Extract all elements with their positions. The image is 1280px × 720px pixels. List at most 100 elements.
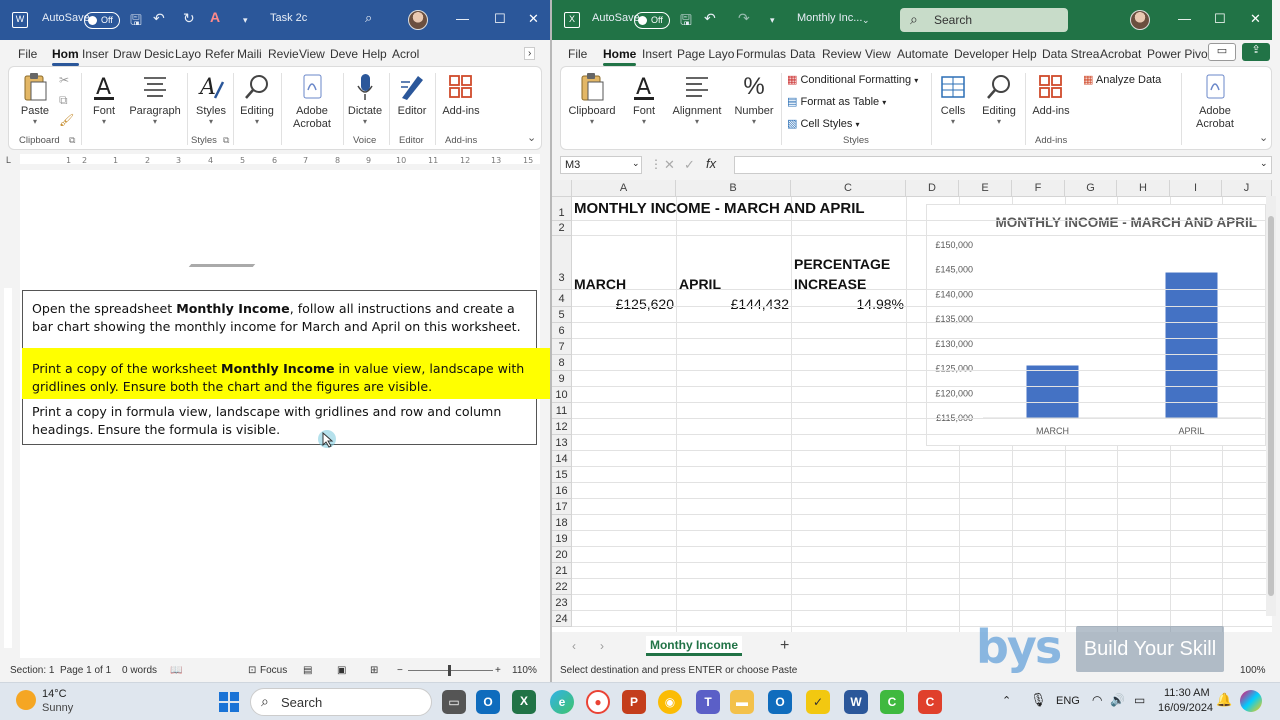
user-avatar[interactable]: [408, 10, 428, 30]
powerpoint-icon[interactable]: P: [622, 690, 646, 714]
doc-title[interactable]: Task 2c: [270, 12, 307, 24]
row-header[interactable]: 10: [552, 387, 572, 403]
tab-layout[interactable]: Layo: [175, 47, 201, 61]
row-header[interactable]: 21: [552, 563, 572, 579]
row-header[interactable]: 6: [552, 323, 572, 339]
microphone-tray-icon[interactable]: 🎙: [1030, 692, 1047, 708]
row-header[interactable]: 5: [552, 307, 572, 323]
excel-add-ins-button[interactable]: Add-ins: [1029, 71, 1073, 118]
add-sheet-icon[interactable]: +: [780, 637, 789, 655]
styles-launcher-icon[interactable]: ⧉: [223, 135, 229, 146]
save-icon[interactable]: 🖫: [130, 10, 142, 34]
close-icon[interactable]: ✕: [528, 11, 539, 27]
maximize-icon[interactable]: ☐: [494, 11, 506, 27]
row-header[interactable]: 13: [552, 435, 572, 451]
instruction-paragraph-3[interactable]: Print a copy in formula view, landscape …: [32, 403, 532, 438]
sheet-tab-monthly-income[interactable]: Monthy Income: [646, 636, 742, 656]
status-page[interactable]: Page 1 of 1: [60, 665, 111, 676]
excel-minimize-icon[interactable]: —: [1178, 11, 1191, 26]
excel-adobe-acrobat-button[interactable]: Adobe Acrobat: [1187, 71, 1243, 131]
excel-editing-button[interactable]: Editing ▾: [977, 71, 1021, 126]
status-words[interactable]: 0 words: [122, 665, 157, 676]
ribbon-scroll-right-icon[interactable]: ›: [524, 47, 536, 60]
tab-home[interactable]: Hom: [52, 47, 79, 66]
excel-clipboard-button[interactable]: Clipboard ▾: [565, 71, 619, 126]
excel-maximize-icon[interactable]: ☐: [1214, 11, 1226, 27]
read-mode-icon[interactable]: ▤: [303, 665, 312, 676]
excel-tab-file[interactable]: File: [568, 47, 587, 61]
excel-alignment-button[interactable]: Alignment ▾: [667, 71, 727, 126]
excel-tab-view[interactable]: View: [865, 47, 891, 61]
search-icon[interactable]: ⌕: [365, 10, 372, 26]
cell-b4-value[interactable]: £144,432: [731, 296, 789, 312]
row-header[interactable]: 23: [552, 595, 572, 611]
excel-tab-power-pivot[interactable]: Power Pivo: [1147, 47, 1208, 61]
excel-number-button[interactable]: % Number ▾: [731, 71, 777, 126]
clipboard-launcher-icon[interactable]: ⧉: [69, 135, 75, 146]
column-header-c[interactable]: C: [791, 180, 906, 197]
excel-status-zoom[interactable]: 100%: [1240, 665, 1266, 676]
select-all-corner[interactable]: [552, 180, 572, 197]
row-header[interactable]: 12: [552, 419, 572, 435]
excel-tab-insert[interactable]: Insert: [642, 47, 672, 61]
copy-icon[interactable]: ⧉: [59, 93, 68, 108]
excel-close-icon[interactable]: ✕: [1250, 11, 1261, 27]
add-ins-button[interactable]: Add-ins: [439, 71, 483, 118]
excel-undo-icon[interactable]: ↶: [704, 10, 716, 27]
excel-save-icon[interactable]: 🖫: [680, 10, 692, 34]
excel-tab-home[interactable]: Home: [603, 47, 637, 66]
row-header[interactable]: 18: [552, 515, 572, 531]
excel-tab-developer[interactable]: Developer: [954, 47, 1009, 61]
word-app-icon[interactable]: W: [12, 12, 28, 28]
excel-tab-help[interactable]: Help: [1012, 47, 1037, 61]
excel-tab-acrobat[interactable]: Acrobat: [1100, 47, 1141, 61]
horizontal-ruler[interactable]: L 1 2 1 2 3 4 5 6 7 8 9 10 11 12 13 15: [0, 152, 550, 166]
column-header-h[interactable]: H: [1117, 180, 1170, 197]
row-header[interactable]: 7: [552, 339, 572, 355]
confirm-entry-icon[interactable]: ✓: [684, 157, 695, 173]
cell-a4-value[interactable]: £125,620: [616, 296, 674, 312]
wifi-icon[interactable]: ◠: [1092, 693, 1102, 707]
row-header[interactable]: 19: [552, 531, 572, 547]
next-sheet-icon[interactable]: ›: [600, 639, 604, 653]
taskbar-excel-icon[interactable]: X: [512, 690, 536, 714]
instruction-paragraph-1[interactable]: Open the spreadsheet Monthly Income, fol…: [32, 300, 532, 335]
row-header[interactable]: 9: [552, 371, 572, 387]
row-header[interactable]: 3: [552, 236, 572, 290]
task-view-icon[interactable]: ▭: [442, 690, 466, 714]
share-icon[interactable]: ⇪: [1242, 43, 1270, 61]
column-header-i[interactable]: I: [1170, 180, 1222, 197]
styles-button[interactable]: A Styles ▾: [193, 71, 229, 126]
name-box[interactable]: M3: [560, 156, 642, 174]
proofing-icon[interactable]: 📖: [170, 665, 182, 676]
row-header[interactable]: 1: [552, 197, 572, 221]
autosave-toggle[interactable]: Off: [84, 12, 120, 29]
column-header-d[interactable]: D: [906, 180, 959, 197]
copilot-icon[interactable]: [1240, 690, 1262, 712]
edge-icon[interactable]: e: [550, 690, 574, 714]
format-painter-icon[interactable]: 🖌: [59, 113, 74, 127]
excel-tab-review[interactable]: Review: [822, 47, 861, 61]
show-hidden-icons[interactable]: ⌃: [1002, 694, 1011, 707]
font-color-icon[interactable]: A: [210, 9, 220, 25]
excel-app-icon[interactable]: X: [564, 12, 580, 28]
row-header[interactable]: 22: [552, 579, 572, 595]
tab-references[interactable]: Refer: [205, 47, 234, 61]
start-windows-icon[interactable]: [218, 691, 240, 713]
row-header[interactable]: 11: [552, 403, 572, 419]
name-box-dropdown-icon[interactable]: ⌄: [632, 158, 640, 169]
status-focus[interactable]: Focus: [260, 665, 287, 676]
editor-button[interactable]: Editor: [393, 71, 431, 118]
excel-ribbon-collapse-icon[interactable]: ⌄: [1259, 131, 1268, 144]
undo-icon[interactable]: ↶: [153, 10, 165, 27]
volume-icon[interactable]: 🔊: [1110, 693, 1125, 707]
file-explorer-icon[interactable]: ▬: [730, 690, 754, 714]
dictate-button[interactable]: Dictate ▾: [345, 71, 385, 126]
instruction-paragraph-2[interactable]: Print a copy of the worksheet Monthly In…: [32, 360, 532, 395]
conditional-formatting-button[interactable]: ▦ Conditional Formatting ▾: [787, 73, 918, 86]
tab-draw[interactable]: Draw: [113, 47, 141, 61]
zoom-slider-handle[interactable]: [448, 665, 451, 676]
formula-input[interactable]: [734, 156, 1272, 174]
worksheet-grid[interactable]: A B C D E F G H I J 1 2 3 4 5 6 7 8 9 10 11 12 13 14 1…: [552, 180, 1272, 632]
title-dropdown-icon[interactable]: ⌄: [862, 15, 870, 26]
